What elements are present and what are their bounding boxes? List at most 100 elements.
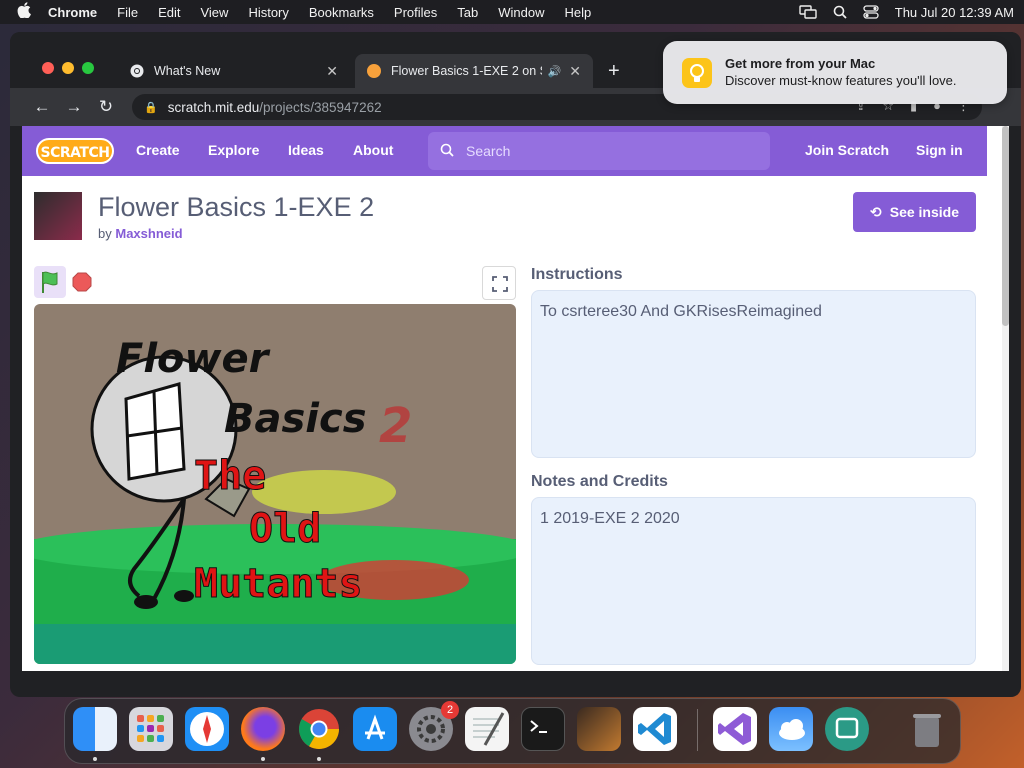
new-tab-button[interactable]: + — [608, 60, 620, 83]
mirror-icon[interactable] — [825, 707, 869, 751]
running-indicator — [317, 757, 321, 761]
notification-banner[interactable]: Get more from your Mac Discover must-kno… — [663, 41, 1007, 104]
nav-ideas[interactable]: Ideas — [288, 142, 324, 158]
sign-in-link[interactable]: Sign in — [916, 142, 963, 158]
window-minimize-button[interactable] — [62, 62, 74, 74]
screen-mirroring-icon[interactable] — [799, 5, 817, 19]
stage-title-line1: Flower — [116, 336, 271, 382]
url-path: /projects/385947262 — [259, 99, 382, 115]
green-flag-icon — [42, 271, 58, 293]
trash-icon[interactable] — [905, 707, 949, 751]
instructions-heading: Instructions — [531, 266, 623, 283]
notification-badge: 2 — [441, 701, 459, 719]
launchpad-icon[interactable] — [129, 707, 173, 751]
menu-profiles[interactable]: Profiles — [394, 5, 437, 20]
notes-heading: Notes and Credits — [531, 473, 668, 490]
project-stage[interactable]: Flower Basics 2 The Old Mutants — [34, 304, 516, 664]
terminal-icon[interactable] — [521, 707, 565, 751]
menu-bar: Chrome File Edit View History Bookmarks … — [0, 0, 1024, 24]
menu-clock[interactable]: Thu Jul 20 12:39 AM — [895, 5, 1014, 20]
fullscreen-icon — [492, 276, 508, 292]
textedit-icon[interactable] — [465, 707, 509, 751]
menu-view[interactable]: View — [200, 5, 228, 20]
garageband-icon[interactable] — [577, 707, 621, 751]
search-icon — [440, 143, 454, 160]
instructions-box: To csrteree30 And GKRisesReimagined — [531, 290, 976, 458]
stage-title-number: 2 — [379, 398, 412, 454]
reload-icon[interactable]: ↻ — [90, 97, 122, 117]
forward-arrow-icon[interactable]: → — [58, 97, 90, 117]
stage-artwork: Flower Basics 2 The Old Mutants — [34, 304, 516, 664]
page-viewport: SCRATCH Create Explore Ideas About Searc… — [22, 126, 1002, 671]
notification-body: Discover must-know features you'll love. — [725, 73, 957, 88]
weather-icon[interactable] — [769, 707, 813, 751]
stage-title-line2: Basics — [224, 396, 367, 442]
project-title: Flower Basics 1-EXE 2 — [98, 192, 375, 222]
menu-bookmarks[interactable]: Bookmarks — [309, 5, 374, 20]
spotlight-search-icon[interactable] — [833, 5, 847, 19]
tab-audio-icon[interactable]: 🔊 — [548, 65, 562, 78]
vscode-icon[interactable] — [633, 707, 677, 751]
stage-subtitle-3: Mutants — [194, 561, 363, 607]
notes-box: 1 2019-EXE 2 2020 — [531, 497, 976, 665]
tab-close-icon[interactable]: ✕ — [569, 63, 581, 80]
author-avatar[interactable] — [34, 192, 82, 240]
author-link[interactable]: Maxshneid — [115, 226, 182, 241]
scrollbar-thumb[interactable] — [1002, 126, 1009, 326]
nav-about[interactable]: About — [353, 142, 393, 158]
window-zoom-button[interactable] — [82, 62, 94, 74]
chrome-window: What's New ✕ Flower Basics 1-EXE 2 on Sc… — [10, 32, 1021, 697]
window-close-button[interactable] — [42, 62, 54, 74]
finder-icon[interactable] — [73, 707, 117, 751]
url-host: scratch.mit.edu — [167, 99, 260, 115]
system-settings-icon[interactable]: 2 — [409, 701, 459, 751]
chrome-icon[interactable] — [297, 707, 341, 751]
scratch-navbar: SCRATCH Create Explore Ideas About Searc… — [22, 126, 987, 176]
search-placeholder: Search — [466, 143, 511, 159]
lock-icon[interactable]: 🔒 — [144, 101, 158, 114]
scratch-icon — [367, 64, 381, 78]
stop-sign-icon — [72, 272, 92, 292]
stage-subtitle-2: Old — [249, 506, 321, 552]
tab-title: Flower Basics 1-EXE 2 on Scratch — [391, 64, 542, 78]
apple-menu-icon[interactable] — [10, 2, 38, 22]
page-scrollbar[interactable] — [1002, 126, 1009, 671]
menu-tab[interactable]: Tab — [457, 5, 478, 20]
menu-history[interactable]: History — [248, 5, 288, 20]
control-center-icon[interactable] — [863, 5, 879, 19]
menu-help[interactable]: Help — [565, 5, 592, 20]
see-inside-label: See inside — [889, 204, 959, 220]
tab-title: What's New — [154, 64, 221, 78]
menu-window[interactable]: Window — [498, 5, 544, 20]
running-indicator — [93, 757, 97, 761]
see-inside-button[interactable]: ⟲ See inside — [853, 192, 976, 232]
join-scratch-link[interactable]: Join Scratch — [805, 142, 889, 158]
back-arrow-icon[interactable]: ← — [26, 97, 58, 117]
tab-close-icon[interactable]: ✕ — [326, 63, 338, 80]
visual-studio-icon[interactable] — [713, 707, 757, 751]
notes-text: 1 2019-EXE 2 2020 — [540, 510, 680, 527]
lightbulb-icon — [682, 58, 712, 88]
nav-create[interactable]: Create — [136, 142, 180, 158]
firefox-icon[interactable] — [241, 707, 285, 751]
byline-prefix: by — [98, 226, 112, 241]
safari-icon[interactable] — [185, 707, 229, 751]
instructions-text: To csrteree30 And GKRisesReimagined — [540, 303, 822, 320]
menu-edit[interactable]: Edit — [158, 5, 180, 20]
stage-subtitle-1: The — [194, 453, 266, 499]
scratch-logo[interactable]: SCRATCH — [36, 138, 114, 164]
menu-file[interactable]: File — [117, 5, 138, 20]
green-flag-button[interactable] — [34, 266, 66, 298]
menu-app-name[interactable]: Chrome — [48, 5, 97, 20]
tab-scratch-project[interactable]: Flower Basics 1-EXE 2 on Scratch 🔊 ✕ — [355, 54, 593, 88]
chrome-icon — [130, 64, 144, 78]
project-byline: by Maxshneid — [98, 226, 183, 241]
fullscreen-button[interactable] — [482, 266, 516, 300]
stop-button[interactable] — [72, 272, 92, 292]
search-input[interactable]: Search — [428, 132, 770, 170]
tab-whats-new[interactable]: What's New ✕ — [118, 54, 350, 88]
running-indicator — [261, 757, 265, 761]
dock: 2 — [64, 698, 961, 764]
app-store-icon[interactable] — [353, 707, 397, 751]
nav-explore[interactable]: Explore — [208, 142, 259, 158]
